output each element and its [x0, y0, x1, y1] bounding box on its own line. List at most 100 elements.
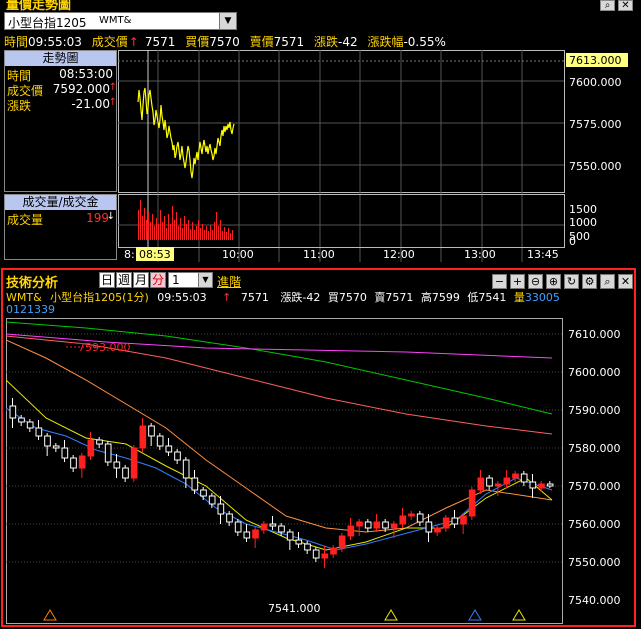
candle-body [416, 513, 424, 523]
highlight-price: 7613.000 [569, 54, 622, 67]
trend-info-row: 漲跌 -21.00 ↑ [7, 97, 117, 113]
candle-body [148, 425, 155, 437]
candle-body [35, 427, 43, 437]
period-month-button[interactable]: 月 [133, 272, 149, 288]
candle-body [321, 553, 329, 559]
candle-body [96, 439, 103, 445]
trend-info-row: 時間 08:53:00 [7, 67, 115, 83]
price-tick: 7600.000 [569, 76, 622, 89]
candle-body [304, 543, 311, 551]
time-tick: 08:53 [139, 248, 171, 261]
candle-body [208, 495, 216, 505]
volume-label: 成交量 [7, 213, 44, 227]
price-tick: 7540.000 [568, 594, 621, 607]
candle-body [70, 457, 77, 469]
up-arrow-icon: ↑ [108, 97, 117, 108]
candle-body [460, 515, 467, 525]
candle-body [312, 549, 320, 559]
zoom-out-icon[interactable]: ⊖ [528, 274, 543, 289]
quote-change: -42 [338, 35, 358, 49]
trend-row-value: 08:53:00 [59, 67, 113, 81]
candle-body [295, 539, 303, 545]
candle-body [226, 513, 233, 523]
tech-time: 09:55:03 [157, 291, 207, 304]
candle-body [278, 525, 285, 533]
trend-chart[interactable]: 7613.000 7600.000 7575.000 7550.000 1500… [118, 50, 636, 262]
candle-body [538, 483, 545, 489]
price-tick: 7580.000 [568, 442, 621, 455]
product-select[interactable]: 小型台指1205 WMT& ▼ [4, 12, 237, 30]
trend-info-panel: 走勢圖 時間 08:53:00 成交價 7592.000 ↑ 漲跌 -21.00… [4, 50, 117, 192]
volume-tick: 1000 [569, 216, 597, 229]
candle-body [156, 435, 164, 447]
candle-body [44, 435, 51, 447]
advanced-link[interactable]: 進階 [217, 273, 241, 290]
interval-select[interactable]: 1 ▼ [168, 272, 213, 288]
candle-body [26, 421, 34, 429]
candle-body [399, 515, 407, 525]
candle-body [234, 521, 242, 533]
quote-change-pct-label: 漲跌幅 [367, 35, 404, 49]
product-select-value: 小型台指1205 [8, 16, 87, 30]
volume-plot-border [118, 194, 565, 248]
tech-price: 7571 [240, 291, 269, 304]
candle-body [512, 473, 519, 479]
tech-amount: 0121339 [6, 303, 55, 316]
trend-info-row: 成交價 7592.000 ↑ [7, 82, 117, 98]
trend-info-rows: 時間 08:53:00 成交價 7592.000 ↑ 漲跌 -21.00 ↑ [7, 67, 117, 113]
quote-bid: 7570 [209, 35, 240, 49]
close-icon[interactable]: ✕ [618, 0, 633, 11]
quote-time: 09:55:03 [28, 35, 82, 49]
minus-icon[interactable]: − [492, 274, 507, 289]
period-week-button[interactable]: 週 [116, 272, 132, 288]
candle-body [425, 521, 433, 533]
candle-body [442, 517, 450, 529]
close-icon[interactable]: ✕ [618, 274, 633, 289]
candle-body [113, 461, 121, 469]
volume-tick: 1500 [569, 203, 597, 216]
quote-ask-label: 賣價 [249, 35, 274, 49]
period-day-button[interactable]: 日 [99, 272, 115, 288]
search-icon[interactable]: ⌕ [600, 274, 615, 289]
candle-body [546, 483, 554, 487]
candlestick-chart[interactable]: 7593.000 7541.000 7610.000 7600.000 7590… [6, 318, 633, 625]
candle-body [373, 521, 381, 529]
tech-bid: 買7570 [327, 291, 367, 304]
signal-triangle-icon [468, 609, 482, 621]
quote-bid-label: 買價 [185, 35, 210, 49]
product-code: WMT& [99, 15, 132, 26]
candle-body [104, 443, 112, 463]
tech-vol-label: 量 [513, 291, 525, 304]
quote-time-label: 時間 [4, 35, 29, 49]
candle-body [494, 483, 502, 487]
time-tick: 13:00 [464, 248, 496, 261]
candle-body [269, 523, 277, 527]
candle-body [330, 547, 337, 555]
tech-high: 高7599 [420, 291, 460, 304]
up-arrow-icon: ↑ [108, 82, 117, 93]
candle-body [434, 527, 441, 533]
zoom-in-icon[interactable]: ⊕ [546, 274, 561, 289]
candle-body [200, 489, 207, 497]
candle-body [243, 531, 251, 539]
plus-icon[interactable]: + [510, 274, 525, 289]
chevron-down-icon[interactable]: ▼ [198, 273, 212, 287]
candle-plot-border [6, 318, 563, 624]
candle-body [390, 523, 398, 529]
candle-body [165, 445, 173, 453]
time-tick: 12:00 [383, 248, 415, 261]
quote-change-label: 漲跌 [313, 35, 338, 49]
price-tick: 7575.000 [569, 118, 622, 131]
volume-value: 199 [86, 211, 109, 225]
volume-info-row: 成交量 199 ↓ [7, 211, 115, 227]
signal-triangle-icon [384, 609, 398, 621]
search-icon[interactable]: ⌕ [600, 0, 615, 11]
quote-ask: 7571 [273, 35, 305, 49]
refresh-icon[interactable]: ↻ [564, 274, 579, 289]
up-arrow-icon: ↑ [222, 291, 232, 304]
candle-body [18, 417, 25, 423]
candle-body [529, 481, 537, 489]
chevron-down-icon[interactable]: ▼ [219, 13, 236, 29]
settings-icon[interactable]: ⚙ [582, 274, 597, 289]
period-minute-button[interactable]: 分 [150, 272, 166, 288]
